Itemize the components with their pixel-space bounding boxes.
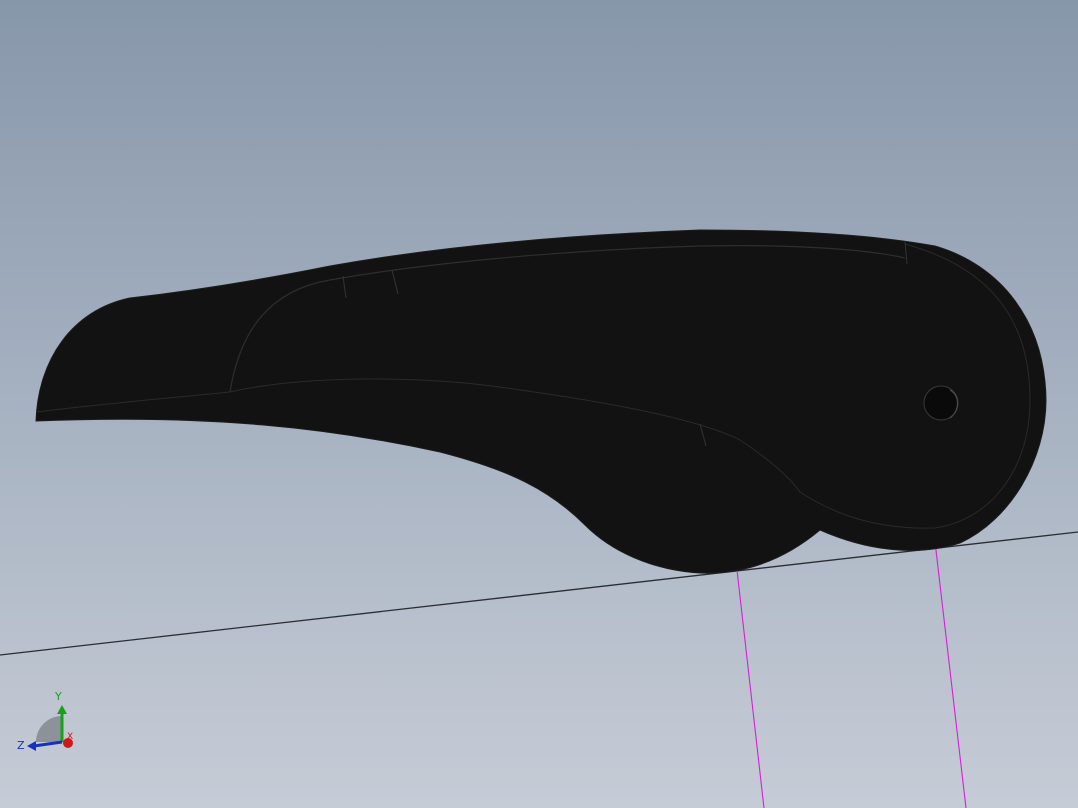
sketch-line: [736, 569, 765, 808]
model-scene[interactable]: Y Z X: [0, 0, 1078, 808]
z-axis-label: Z: [17, 739, 25, 752]
y-axis-label: Y: [54, 690, 62, 703]
sketch-line: [933, 532, 967, 808]
triad-shading: [36, 716, 62, 742]
z-axis-arrowhead: [27, 741, 36, 751]
y-axis-arrowhead: [57, 705, 67, 714]
x-axis-label: X: [67, 732, 73, 742]
orientation-triad[interactable]: Y Z X: [17, 690, 73, 752]
3d-viewport[interactable]: Y Z X: [0, 0, 1078, 808]
lever-body[interactable]: [35, 229, 1047, 574]
z-axis-arrow: [33, 740, 63, 748]
